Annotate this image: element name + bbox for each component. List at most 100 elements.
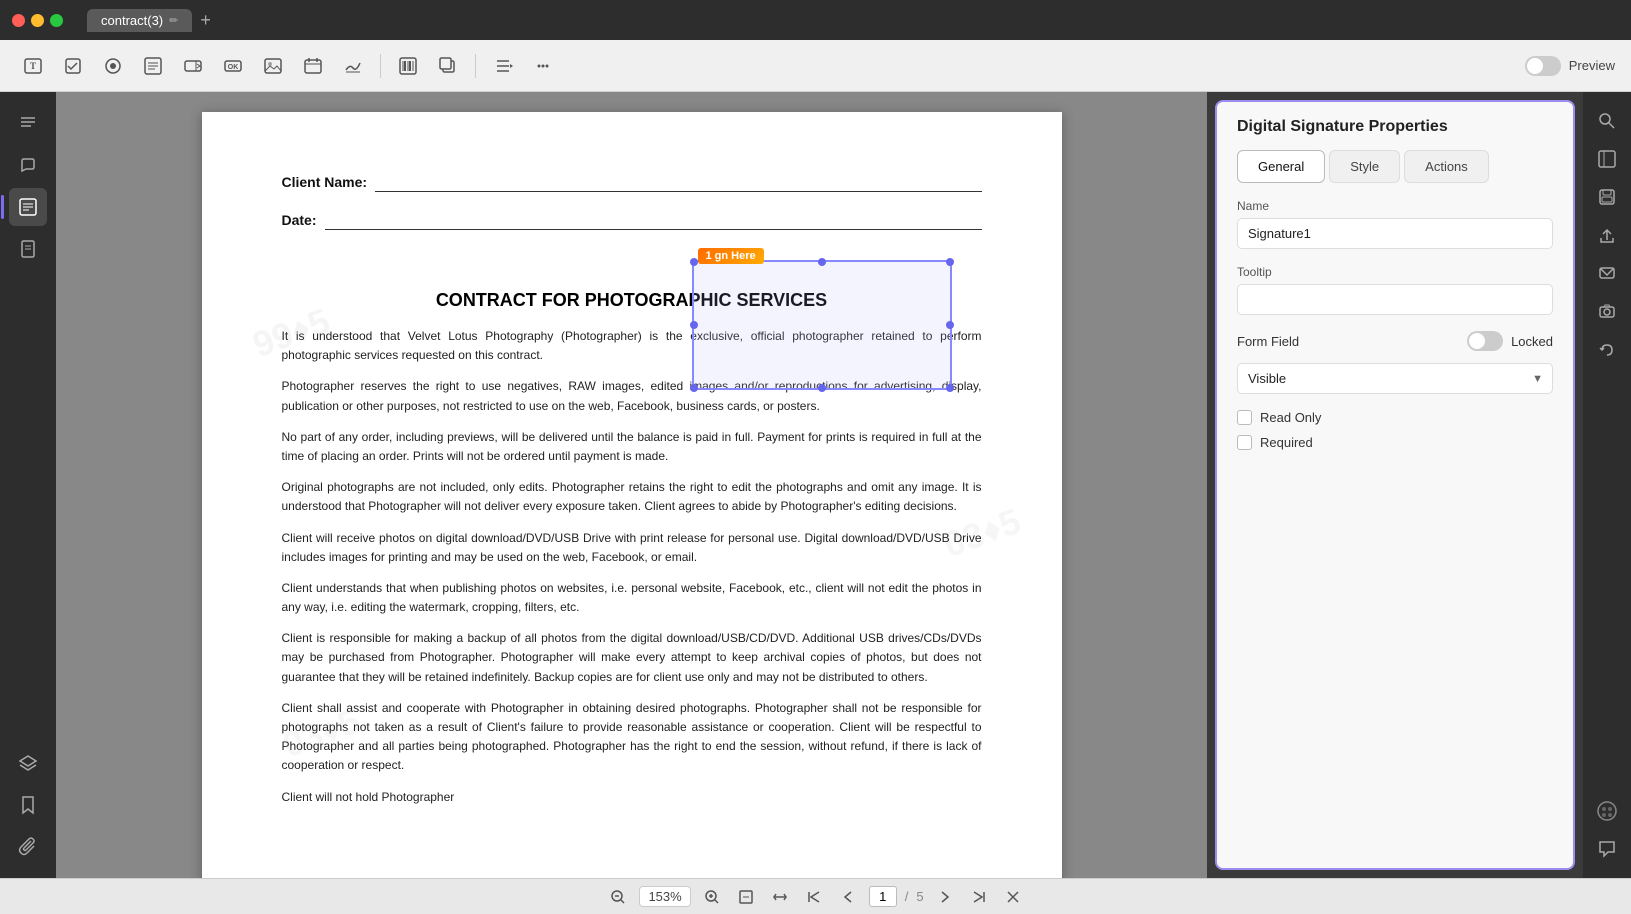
fit-page-button[interactable] bbox=[733, 884, 759, 910]
sig-tool-button[interactable] bbox=[336, 49, 370, 83]
far-email-icon[interactable] bbox=[1590, 256, 1624, 290]
doc-para-4: Original photographs are not included, o… bbox=[282, 478, 982, 516]
traffic-lights bbox=[12, 14, 63, 27]
doc-para-5: Client will receive photos on digital do… bbox=[282, 529, 982, 567]
total-pages: 5 bbox=[916, 889, 923, 904]
toolbar: T OK Preview bbox=[0, 40, 1631, 92]
next-page-button[interactable] bbox=[932, 884, 958, 910]
fit-width-button[interactable] bbox=[767, 884, 793, 910]
properties-panel: Digital Signature Properties General Sty… bbox=[1215, 100, 1575, 870]
signature-field[interactable]: 1 gn Here bbox=[692, 260, 952, 390]
document-page: 99♦5 03♦5 03♦5 Client Name: Date: bbox=[202, 112, 1062, 878]
tab-label: contract(3) bbox=[101, 13, 163, 28]
left-sidebar bbox=[0, 92, 56, 878]
date-underline bbox=[325, 210, 982, 230]
combo-tool-button[interactable] bbox=[176, 49, 210, 83]
doc-para-3: No part of any order, including previews… bbox=[282, 428, 982, 466]
far-apps-icon[interactable] bbox=[1590, 794, 1624, 828]
name-input[interactable] bbox=[1237, 218, 1553, 249]
far-search-icon[interactable] bbox=[1590, 104, 1624, 138]
far-chat-icon[interactable] bbox=[1590, 832, 1624, 866]
sidebar-item-pages[interactable] bbox=[9, 230, 47, 268]
tab-actions[interactable]: Actions bbox=[1404, 150, 1489, 183]
toolbar-divider-2 bbox=[475, 54, 476, 78]
far-camera-icon[interactable] bbox=[1590, 294, 1624, 328]
locked-label: Locked bbox=[1511, 334, 1553, 349]
doc-para-6: Client understands that when publishing … bbox=[282, 579, 982, 617]
required-checkbox[interactable] bbox=[1237, 435, 1252, 450]
tooltip-field: Tooltip bbox=[1237, 265, 1553, 315]
checkbox-tool-button[interactable] bbox=[56, 49, 90, 83]
preview-toggle[interactable] bbox=[1525, 56, 1561, 76]
client-name-label: Client Name: bbox=[282, 174, 368, 190]
name-field: Name bbox=[1237, 199, 1553, 249]
sidebar-item-layers[interactable] bbox=[9, 744, 47, 782]
far-save-icon[interactable] bbox=[1590, 180, 1624, 214]
prev-page-button[interactable] bbox=[835, 884, 861, 910]
tab-general[interactable]: General bbox=[1237, 150, 1325, 183]
panel-title: Digital Signature Properties bbox=[1237, 118, 1553, 136]
zoom-in-button[interactable] bbox=[699, 884, 725, 910]
visible-select[interactable]: Visible Hidden No Print No View bbox=[1237, 363, 1553, 394]
barcode-tool-button[interactable] bbox=[391, 49, 425, 83]
list-tool-button[interactable] bbox=[136, 49, 170, 83]
name-field-label: Name bbox=[1237, 199, 1553, 213]
toolbar-divider-1 bbox=[380, 54, 381, 78]
first-page-button[interactable] bbox=[801, 884, 827, 910]
zoom-out-button[interactable] bbox=[605, 884, 631, 910]
tooltip-field-label: Tooltip bbox=[1237, 265, 1553, 279]
last-page-button[interactable] bbox=[966, 884, 992, 910]
required-label: Required bbox=[1260, 435, 1313, 450]
tab-style[interactable]: Style bbox=[1329, 150, 1400, 183]
page-separator: / bbox=[905, 889, 909, 904]
signature-field-container[interactable]: 1 gn Here bbox=[692, 260, 952, 390]
current-page-input[interactable] bbox=[869, 886, 897, 907]
doc-para-7: Client is responsible for making a backu… bbox=[282, 629, 982, 687]
visible-select-wrap: Visible Hidden No Print No View ▼ bbox=[1237, 363, 1553, 394]
date-tool-button[interactable] bbox=[296, 49, 330, 83]
far-right-sidebar bbox=[1583, 92, 1631, 878]
image-tool-button[interactable] bbox=[256, 49, 290, 83]
close-button[interactable] bbox=[12, 14, 25, 27]
tab-bar: contract(3) ✏ + bbox=[87, 9, 211, 32]
doc-para-9: Client will not hold Photographer bbox=[282, 788, 982, 807]
panel-tabs: General Style Actions bbox=[1237, 150, 1553, 183]
sidebar-item-forms[interactable] bbox=[9, 188, 47, 226]
titlebar: contract(3) ✏ + bbox=[0, 0, 1631, 40]
align-tool-button[interactable] bbox=[486, 49, 520, 83]
date-label: Date: bbox=[282, 212, 317, 228]
active-tab[interactable]: contract(3) ✏ bbox=[87, 9, 192, 32]
radio-tool-button[interactable] bbox=[96, 49, 130, 83]
ok-tool-button[interactable]: OK bbox=[216, 49, 250, 83]
panel-header: Digital Signature Properties General Sty… bbox=[1217, 102, 1573, 183]
far-share-icon[interactable] bbox=[1590, 218, 1624, 252]
close-nav-button[interactable] bbox=[1000, 884, 1026, 910]
signature-label: 1 gn Here bbox=[698, 248, 764, 264]
minimize-button[interactable] bbox=[31, 14, 44, 27]
read-only-label: Read Only bbox=[1260, 410, 1321, 425]
read-only-checkbox[interactable] bbox=[1237, 410, 1252, 425]
sidebar-item-annotations[interactable] bbox=[9, 146, 47, 184]
sidebar-item-bookmarks[interactable] bbox=[9, 104, 47, 142]
tab-edit-icon[interactable]: ✏ bbox=[169, 14, 178, 27]
client-name-underline bbox=[375, 172, 981, 192]
sidebar-item-bookmark2[interactable] bbox=[9, 786, 47, 824]
locked-toggle[interactable] bbox=[1467, 331, 1503, 351]
document-area[interactable]: 99♦5 03♦5 03♦5 Client Name: Date: bbox=[56, 92, 1207, 878]
more-tool-button[interactable] bbox=[526, 49, 560, 83]
doc-para-8: Client shall assist and cooperate with P… bbox=[282, 699, 982, 776]
document-body: It is understood that Velvet Lotus Photo… bbox=[282, 327, 982, 807]
maximize-button[interactable] bbox=[50, 14, 63, 27]
sidebar-item-attach[interactable] bbox=[9, 828, 47, 866]
duplicate-tool-button[interactable] bbox=[431, 49, 465, 83]
preview-area: Preview bbox=[1525, 56, 1615, 76]
far-undo-icon[interactable] bbox=[1590, 332, 1624, 366]
client-name-row: Client Name: bbox=[282, 172, 982, 192]
main-area: 99♦5 03♦5 03♦5 Client Name: Date: bbox=[0, 92, 1631, 878]
add-tab-button[interactable]: + bbox=[200, 10, 211, 31]
text-tool-button[interactable]: T bbox=[16, 49, 50, 83]
visible-field: Visible Hidden No Print No View ▼ bbox=[1237, 363, 1553, 394]
far-panel-icon[interactable] bbox=[1590, 142, 1624, 176]
tooltip-input[interactable] bbox=[1237, 284, 1553, 315]
form-field-row: Form Field Locked bbox=[1237, 331, 1553, 351]
